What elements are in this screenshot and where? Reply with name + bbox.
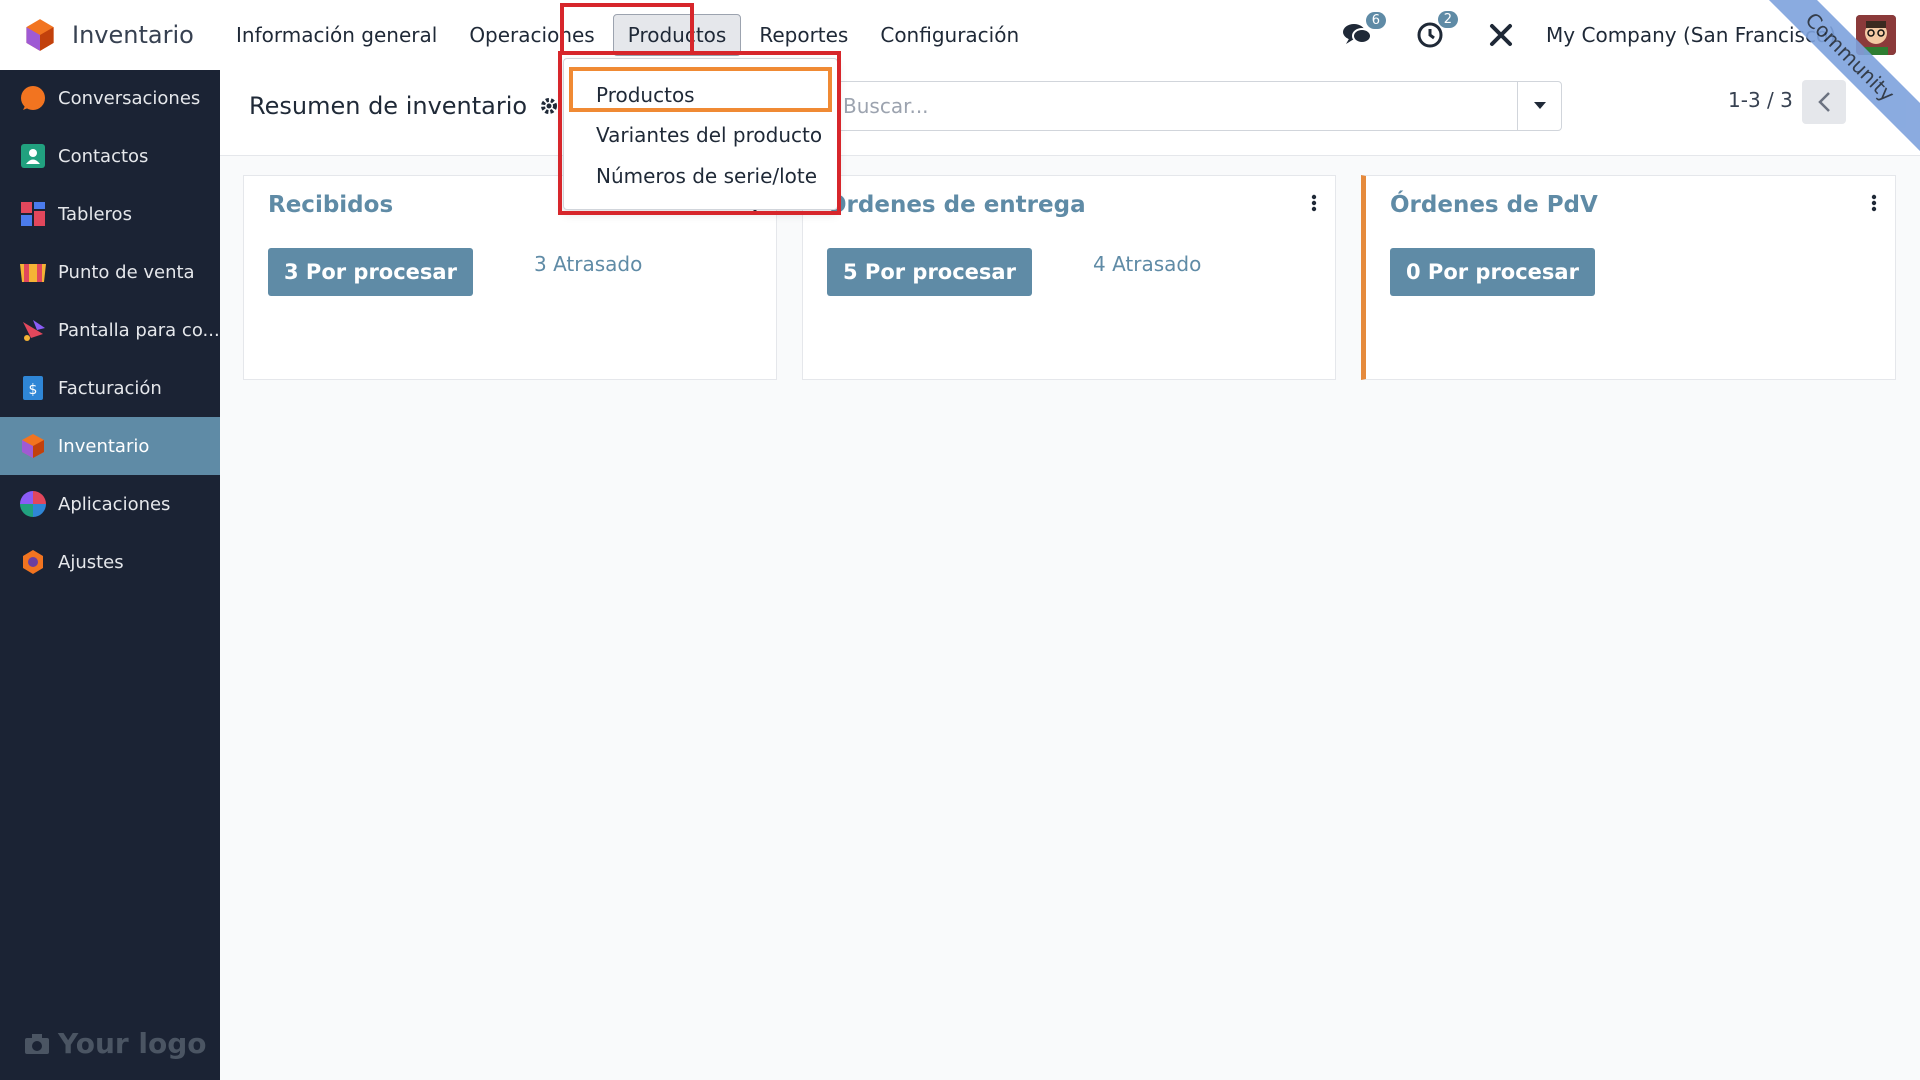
- productos-dropdown: Productos Variantes del producto Números…: [563, 58, 838, 210]
- activities-button[interactable]: 2: [1416, 11, 1459, 49]
- sidebar-item-label: Ajustes: [58, 551, 124, 573]
- contact-card-icon: [18, 141, 48, 171]
- dropdown-item-variantes[interactable]: Variantes del producto: [596, 123, 822, 147]
- sidebar-item-label: Punto de venta: [58, 261, 195, 283]
- app-name: Inventario: [72, 21, 194, 49]
- menu-productos[interactable]: Productos: [612, 14, 742, 56]
- company-switcher[interactable]: My Company (San Francisco): [1546, 23, 1836, 47]
- invoice-dollar-icon: $: [18, 373, 48, 403]
- sidebar-app-list: Conversaciones Contactos Tableros Punto …: [0, 69, 220, 591]
- messages-badge: 6: [1365, 12, 1387, 29]
- debug-tools-button[interactable]: [1488, 22, 1514, 48]
- app-brand[interactable]: Inventario: [0, 18, 220, 52]
- sidebar-item-label: Pantalla para co...: [58, 319, 220, 341]
- chat-bubble-icon: [18, 83, 48, 113]
- control-panel: Resumen de inventario 1-3 / 3: [220, 70, 1920, 156]
- gear-icon[interactable]: [539, 96, 559, 116]
- sidebar-item-conversaciones[interactable]: Conversaciones: [0, 69, 220, 127]
- sidebar-item-aplicaciones[interactable]: Aplicaciones: [0, 475, 220, 533]
- dropdown-item-productos[interactable]: Productos: [596, 83, 695, 107]
- sidebar-item-ajustes[interactable]: Ajustes: [0, 533, 220, 591]
- to-process-button[interactable]: 5 Por procesar: [827, 248, 1032, 296]
- sidebar-item-label: Inventario: [58, 435, 150, 457]
- apps-circle-icon: [18, 489, 48, 519]
- search-bar: [832, 81, 1562, 131]
- sidebar-item-inventario[interactable]: Inventario: [0, 417, 220, 475]
- svg-text:$: $: [29, 382, 38, 398]
- top-navbar: Inventario Información general Operacion…: [0, 0, 1920, 70]
- tools-icon: [1490, 24, 1513, 46]
- sidebar-item-punto-de-venta[interactable]: Punto de venta: [0, 243, 220, 301]
- late-link[interactable]: 3 Atrasado: [534, 252, 642, 276]
- sidebar-item-label: Conversaciones: [58, 87, 201, 109]
- late-link[interactable]: 4 Atrasado: [1093, 252, 1201, 276]
- menu-informacion-general[interactable]: Información general: [222, 15, 451, 55]
- to-process-button[interactable]: 3 Por procesar: [268, 248, 473, 296]
- sidebar-item-label: Contactos: [58, 145, 149, 167]
- pager-previous-button[interactable]: [1802, 80, 1846, 124]
- card-title[interactable]: Órdenes de PdV: [1390, 192, 1598, 218]
- kanban-card-ordenes-de-pdv: Órdenes de PdV 0 Por procesar: [1361, 175, 1896, 380]
- dropdown-item-numeros-serie[interactable]: Números de serie/lote: [596, 164, 817, 188]
- activities-badge: 2: [1437, 11, 1459, 28]
- sidebar-item-tableros[interactable]: Tableros: [0, 185, 220, 243]
- page-title: Resumen de inventario: [249, 92, 559, 120]
- caret-down-icon: [1533, 102, 1546, 109]
- sidebar-item-label: Facturación: [58, 377, 162, 399]
- card-title[interactable]: Órdenes de entrega: [827, 192, 1086, 218]
- pager-value: 1-3 / 3: [1728, 88, 1793, 112]
- sidebar-item-label: Aplicaciones: [58, 493, 171, 515]
- sidebar-item-pantalla[interactable]: Pantalla para co...: [0, 301, 220, 359]
- menu-configuracion[interactable]: Configuración: [866, 15, 1033, 55]
- storefront-icon: [18, 257, 48, 287]
- sidebar-item-label: Tableros: [58, 203, 132, 225]
- sidebar: Conversaciones Contactos Tableros Punto …: [0, 0, 220, 1080]
- dashboard-grid-icon: [18, 199, 48, 229]
- chevron-left-icon: [1818, 92, 1830, 112]
- menu-reportes[interactable]: Reportes: [745, 15, 862, 55]
- inventory-cube-icon: [18, 431, 48, 461]
- sidebar-item-contactos[interactable]: Contactos: [0, 127, 220, 185]
- display-hand-icon: [18, 315, 48, 345]
- inventory-logo-icon: [24, 18, 56, 52]
- menu-operaciones[interactable]: Operaciones: [455, 15, 608, 55]
- to-process-button[interactable]: 0 Por procesar: [1390, 248, 1595, 296]
- search-input[interactable]: [833, 94, 1517, 118]
- kebab-menu-icon[interactable]: [1871, 194, 1877, 212]
- camera-icon: [24, 1033, 50, 1055]
- your-logo: Your logo: [24, 1027, 207, 1060]
- kanban-card-ordenes-de-entrega: Órdenes de entrega 5 Por procesar 4 Atra…: [802, 175, 1336, 380]
- messages-button[interactable]: 6: [1342, 12, 1387, 48]
- sidebar-item-facturacion[interactable]: $ Facturación: [0, 359, 220, 417]
- page-title-text: Resumen de inventario: [249, 92, 528, 120]
- card-title[interactable]: Recibidos: [268, 192, 393, 218]
- logo-text: Your logo: [58, 1027, 207, 1060]
- settings-gear-icon: [18, 547, 48, 577]
- kebab-menu-icon[interactable]: [1311, 194, 1317, 212]
- search-options-toggle[interactable]: [1517, 82, 1561, 130]
